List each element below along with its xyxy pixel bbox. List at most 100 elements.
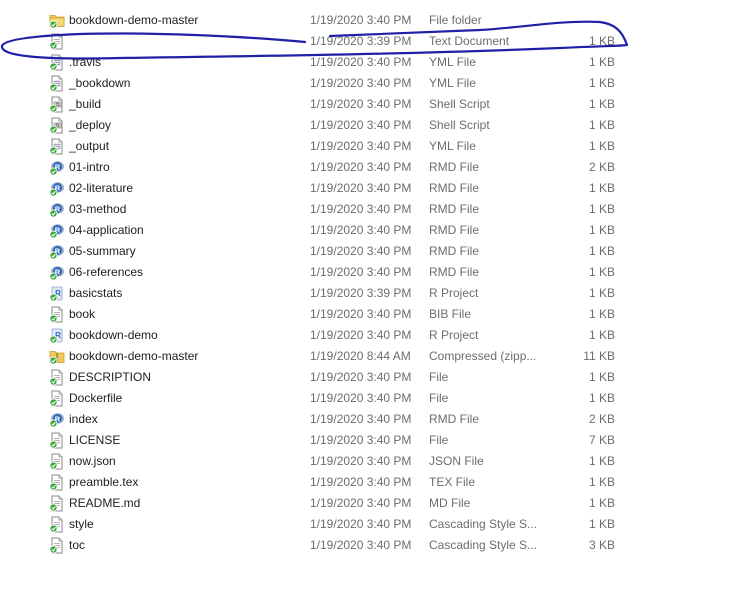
file-icon <box>49 390 65 407</box>
file-row[interactable]: README.md 1/19/2020 3:40 PM MD File 1 KB <box>0 493 730 514</box>
file-date-modified: 1/19/2020 3:40 PM <box>310 475 412 489</box>
file-size: 1 KB <box>588 454 615 468</box>
file-date-modified: 1/19/2020 3:40 PM <box>310 118 412 132</box>
file-row[interactable]: R 01-intro 1/19/2020 3:40 PM RMD File 2 KB <box>0 157 730 178</box>
file-row[interactable]: toc 1/19/2020 3:40 PM Cascading Style S...… <box>0 535 730 556</box>
file-name: 02-literature <box>69 181 134 195</box>
file-size: 1 KB <box>588 139 615 153</box>
file-date-modified: 1/19/2020 3:40 PM <box>310 76 412 90</box>
file-date-modified: 1/19/2020 3:39 PM <box>310 286 412 300</box>
file-type: JSON File <box>429 454 484 468</box>
file-name: 04-application <box>69 223 144 237</box>
file-date-modified: 1/19/2020 3:40 PM <box>310 433 412 447</box>
file-name: basicstats <box>69 286 123 300</box>
file-row[interactable]: book 1/19/2020 3:40 PM BIB File 1 KB <box>0 304 730 325</box>
file-date-modified: 1/19/2020 3:40 PM <box>310 370 412 384</box>
file-date-modified: 1/19/2020 3:39 PM <box>310 34 412 48</box>
file-type: MD File <box>429 496 471 510</box>
file-name: bookdown-demo-master <box>69 13 199 27</box>
file-row[interactable]: Rbookdown-demo 1/19/2020 3:40 PM R Project… <box>0 325 730 346</box>
file-size: 1 KB <box>588 55 615 69</box>
css-file-icon <box>49 516 65 533</box>
zip-folder-icon <box>49 348 65 365</box>
file-row[interactable]: bookdown-demo-master 1/19/2020 8:44 AM Com… <box>0 346 730 367</box>
file-type: File folder <box>429 13 482 27</box>
file-type: Shell Script <box>429 118 490 132</box>
file-row[interactable]: bookdown-demo-master 1/19/2020 3:40 PM Fil… <box>0 10 730 31</box>
file-size: 1 KB <box>588 307 615 321</box>
tex-file-icon <box>49 474 65 491</box>
file-row[interactable]: R 05-summary 1/19/2020 3:40 PM RMD File 1 KB <box>0 241 730 262</box>
shell-script-icon <box>49 96 65 113</box>
file-size: 1 KB <box>588 244 615 258</box>
file-row[interactable]: _build 1/19/2020 3:40 PM Shell Script 1 KB <box>0 94 730 115</box>
file-row[interactable]: Rindex 1/19/2020 3:40 PM RMD File 2 KB <box>0 409 730 430</box>
file-name: 03-method <box>69 202 127 216</box>
file-size: 2 KB <box>588 160 615 174</box>
r-project-icon: R <box>49 285 65 302</box>
file-name: README.md <box>69 496 141 510</box>
file-name: bookdown-demo <box>69 328 158 342</box>
file-row[interactable]: _bookdown 1/19/2020 3:40 PM YML File 1 KB <box>0 73 730 94</box>
file-size: 1 KB <box>588 286 615 300</box>
file-size: 2 KB <box>588 412 615 426</box>
file-row[interactable]: preamble.tex 1/19/2020 3:40 PM TEX File 1 K… <box>0 472 730 493</box>
file-name: index <box>69 412 98 426</box>
file-name: _deploy <box>69 118 112 132</box>
file-name: Dockerfile <box>69 391 123 405</box>
md-file-icon <box>49 495 65 512</box>
file-row[interactable]: now.json 1/19/2020 3:40 PM JSON File 1 KB <box>0 451 730 472</box>
file-date-modified: 1/19/2020 3:40 PM <box>310 181 412 195</box>
file-date-modified: 1/19/2020 3:40 PM <box>310 454 412 468</box>
file-name: toc <box>69 538 86 552</box>
file-size: 1 KB <box>588 475 615 489</box>
file-row[interactable]: Dockerfile 1/19/2020 3:40 PM File 1 KB <box>0 388 730 409</box>
file-type: YML File <box>429 76 476 90</box>
file-row[interactable]: LICENSE 1/19/2020 3:40 PM File 7 KB <box>0 430 730 451</box>
json-file-icon <box>49 453 65 470</box>
file-row[interactable]: 1/19/2020 3:39 PM Text Document 1 KB <box>0 31 730 52</box>
rmd-file-icon: R <box>49 180 65 197</box>
file-size: 1 KB <box>588 391 615 405</box>
file-name: preamble.tex <box>69 475 139 489</box>
file-row[interactable]: _output 1/19/2020 3:40 PM YML File 1 KB <box>0 136 730 157</box>
file-row[interactable]: R 02-literature 1/19/2020 3:40 PM RMD File 1… <box>0 178 730 199</box>
file-row[interactable]: style 1/19/2020 3:40 PM Cascading Style S.… <box>0 514 730 535</box>
file-size: 11 KB <box>583 349 615 363</box>
file-row[interactable]: R 04-application 1/19/2020 3:40 PM RMD File… <box>0 220 730 241</box>
file-type: RMD File <box>429 412 479 426</box>
file-type: R Project <box>429 328 479 342</box>
rmd-file-icon: R <box>49 264 65 281</box>
file-name: .travis <box>69 55 102 69</box>
shell-script-icon <box>49 117 65 134</box>
file-date-modified: 1/19/2020 3:40 PM <box>310 391 412 405</box>
file-date-modified: 1/19/2020 3:40 PM <box>310 139 412 153</box>
file-date-modified: 1/19/2020 3:40 PM <box>310 412 412 426</box>
file-row[interactable]: R 06-references 1/19/2020 3:40 PM RMD File 1… <box>0 262 730 283</box>
file-type: BIB File <box>429 307 472 321</box>
file-name: _build <box>69 97 102 111</box>
file-icon <box>49 369 65 386</box>
file-row[interactable]: DESCRIPTION 1/19/2020 3:40 PM File 1 KB <box>0 367 730 388</box>
file-size: 1 KB <box>588 370 615 384</box>
file-size: 1 KB <box>588 202 615 216</box>
file-row[interactable]: Rbasicstats 1/19/2020 3:39 PM R Project 1 K… <box>0 283 730 304</box>
file-size: 7 KB <box>588 433 615 447</box>
file-type: RMD File <box>429 181 479 195</box>
file-date-modified: 1/19/2020 8:44 AM <box>310 349 411 363</box>
file-row[interactable]: R 03-method 1/19/2020 3:40 PM RMD File 1 KB <box>0 199 730 220</box>
file-name: 06-references <box>69 265 144 279</box>
file-name: book <box>69 307 96 321</box>
file-name: _output <box>69 139 110 153</box>
file-row[interactable]: .travis 1/19/2020 3:40 PM YML File 1 KB <box>0 52 730 73</box>
file-type: RMD File <box>429 244 479 258</box>
file-date-modified: 1/19/2020 3:40 PM <box>310 517 412 531</box>
file-type: RMD File <box>429 202 479 216</box>
file-row[interactable]: _deploy 1/19/2020 3:40 PM Shell Script 1 KB <box>0 115 730 136</box>
file-icon <box>49 432 65 449</box>
file-date-modified: 1/19/2020 3:40 PM <box>310 328 412 342</box>
file-type: File <box>429 370 449 384</box>
file-date-modified: 1/19/2020 3:40 PM <box>310 97 412 111</box>
file-type: Text Document <box>429 34 510 48</box>
rmd-file-icon: R <box>49 411 65 428</box>
